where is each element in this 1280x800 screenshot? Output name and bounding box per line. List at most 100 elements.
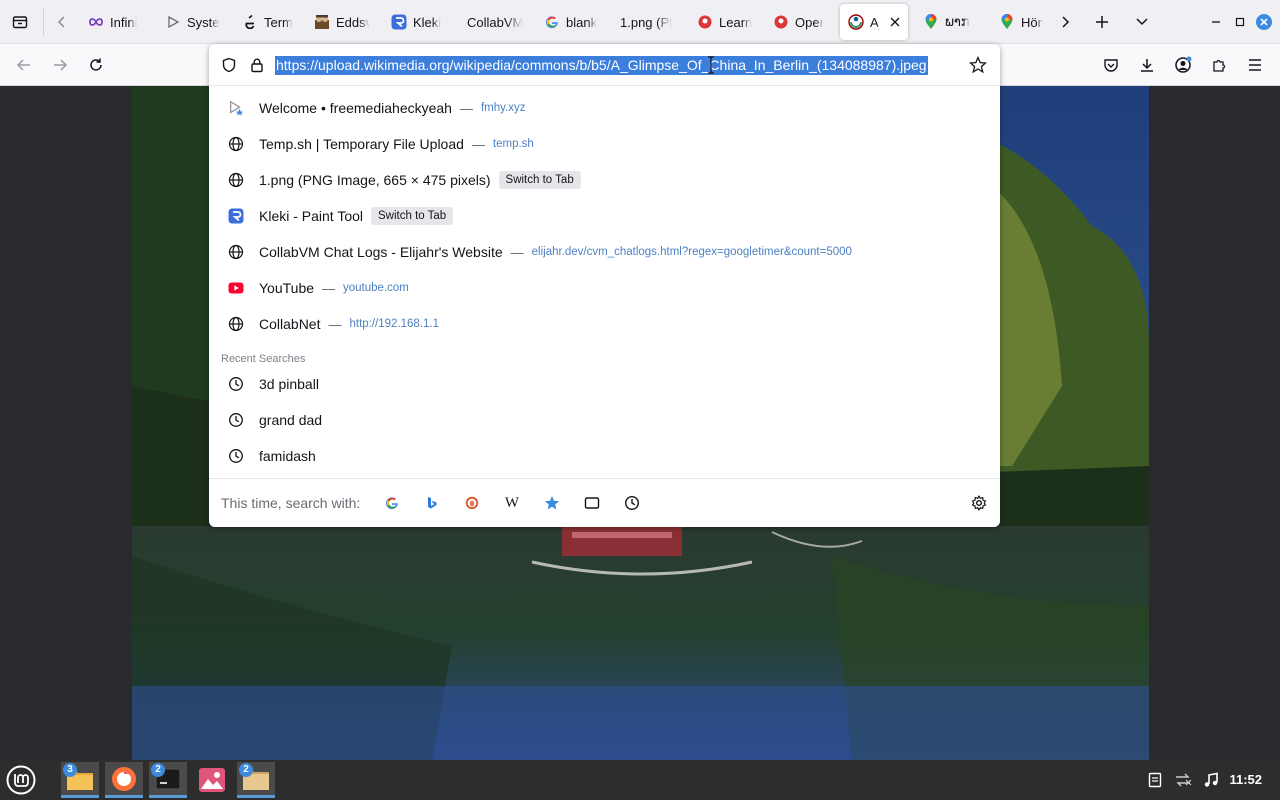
tab[interactable]: CollabVM	[459, 4, 529, 40]
urlbar-result-row[interactable]: Temp.sh | Temporary File Upload — temp.sh	[217, 127, 992, 161]
tray-notes[interactable]	[1145, 770, 1165, 790]
pocket-icon	[1104, 59, 1118, 72]
tab[interactable]: 1.png (Pl	[612, 4, 682, 40]
tray-network[interactable]	[1173, 770, 1193, 790]
reload-button[interactable]	[80, 49, 112, 81]
search-settings-button[interactable]	[967, 491, 991, 515]
hamburger-menu-icon	[1249, 59, 1261, 71]
taskbar-terminal[interactable]: 2	[149, 762, 187, 798]
account-button[interactable]	[1167, 49, 1199, 81]
tab[interactable]: Syste	[157, 4, 227, 40]
bookmarks-star-icon	[545, 496, 559, 510]
wikipedia-icon: W	[504, 494, 520, 511]
music-note-icon	[1204, 772, 1218, 787]
lock-icon	[251, 58, 263, 73]
recent-search-row[interactable]: 3d pinball	[217, 367, 992, 401]
taskbar-files[interactable]: 3	[61, 762, 99, 798]
tab-title: Kleki	[413, 14, 442, 30]
puzzle-icon	[1213, 59, 1226, 72]
result-separator: —	[459, 100, 473, 116]
taskbar: 3 2 2 11:52	[0, 760, 1280, 800]
search-engine-bing[interactable]	[420, 491, 444, 515]
tab[interactable]: Kleki	[383, 4, 453, 40]
firefox-view-button[interactable]	[4, 6, 36, 38]
back-button[interactable]	[8, 49, 40, 81]
urlbar-result-row[interactable]: Kleki - Paint Tool Switch to Tab	[217, 199, 992, 233]
google-icon	[386, 497, 398, 510]
downloads-button[interactable]	[1131, 49, 1163, 81]
tray-sound[interactable]	[1201, 770, 1221, 790]
pocket-button[interactable]	[1095, 49, 1127, 81]
start-menu-button[interactable]	[2, 762, 40, 798]
tab[interactable]: ພາກ	[915, 4, 985, 40]
tab[interactable]: Infini	[80, 4, 150, 40]
urlbar-result-row[interactable]: Welcome • freemediaheckyeah — fmhy.xyz	[217, 91, 992, 125]
result-title: CollabVM Chat Logs - Elijahr's Website	[259, 244, 503, 260]
urlbar-result-row[interactable]: 1.png (PNG Image, 665 × 475 pixels) Switc…	[217, 163, 992, 197]
history-clock-icon	[228, 448, 244, 464]
tab[interactable]: Learn	[689, 4, 759, 40]
search-with-label: This time, search with:	[221, 495, 361, 511]
scroll-tabs-right-button[interactable]	[1049, 6, 1081, 38]
tracking-protection-button[interactable]	[221, 57, 237, 73]
switch-to-tab-button[interactable]: Switch to Tab	[498, 171, 581, 189]
forward-button[interactable]	[44, 49, 76, 81]
tab[interactable]: blank	[536, 4, 606, 40]
result-title: Welcome • freemediaheckyeah	[259, 100, 452, 116]
list-all-tabs-button[interactable]	[1126, 6, 1158, 38]
tab[interactable]: Eddsv	[306, 4, 376, 40]
urlbar-result-row[interactable]: CollabNet — http://192.168.1.1	[217, 307, 992, 341]
tabs-icon	[584, 497, 600, 509]
search-bookmarks-button[interactable]	[540, 491, 564, 515]
app-menu-button[interactable]	[1239, 49, 1271, 81]
bookmark-star-button[interactable]	[968, 55, 988, 74]
files-badge: 3	[63, 763, 77, 777]
text-cursor-icon	[707, 56, 715, 74]
search-history-button[interactable]	[620, 491, 644, 515]
download-icon	[1141, 59, 1153, 72]
tab-title: A_(	[870, 14, 880, 30]
extensions-button[interactable]	[1203, 49, 1235, 81]
globe-icon	[228, 244, 244, 260]
infinity-icon	[88, 14, 104, 30]
recent-search-row[interactable]: grand dad	[217, 403, 992, 437]
history-clock-icon	[624, 495, 640, 511]
recent-search-row[interactable]: famidash	[217, 439, 992, 473]
location-red-icon	[697, 14, 713, 30]
tab-title: 1.png (Pl	[620, 14, 673, 30]
search-engine-google[interactable]	[380, 491, 404, 515]
location-red-icon	[773, 14, 789, 30]
taskbar-folder[interactable]: 2	[237, 762, 275, 798]
url-input[interactable]: https://upload.wikimedia.org/wikipedia/c…	[275, 56, 928, 75]
result-title: 1.png (PNG Image, 665 × 475 pixels)	[259, 172, 491, 188]
close-window-button[interactable]	[1248, 6, 1280, 38]
site-identity-button[interactable]	[249, 57, 265, 73]
taskbar-image-viewer[interactable]	[193, 762, 231, 798]
switch-to-tab-button[interactable]: Switch to Tab	[371, 207, 454, 225]
maps-pin-icon	[923, 14, 939, 30]
kleki-icon	[391, 14, 407, 30]
taskbar-firefox[interactable]	[105, 762, 143, 798]
scroll-tabs-left-button[interactable]	[46, 6, 78, 38]
search-engine-wikipedia[interactable]: W	[500, 491, 524, 515]
chevron-down-icon	[1136, 18, 1148, 26]
recent-searches-label: Recent Searches	[221, 353, 306, 365]
youtube-icon	[228, 280, 244, 296]
new-tab-button[interactable]	[1086, 6, 1118, 38]
search-tabs-button[interactable]	[580, 491, 604, 515]
firefox-icon	[112, 766, 136, 791]
tab[interactable]: Hörk	[991, 4, 1049, 40]
search-engine-duckduckgo[interactable]	[460, 491, 484, 515]
one-off-search-buttons: This time, search with: W	[209, 478, 1000, 527]
close-tab-icon[interactable]	[888, 15, 902, 29]
tab-selected[interactable]: A_(	[840, 4, 908, 40]
shield-icon	[222, 57, 236, 73]
reload-icon	[90, 58, 102, 71]
tab-title: Hörk	[1021, 14, 1043, 30]
urlbar-result-row[interactable]: YouTube — youtube.com	[217, 271, 992, 305]
fmhy-icon	[228, 100, 244, 116]
urlbar-result-row[interactable]: CollabVM Chat Logs - Elijahr's Website — e…	[217, 235, 992, 269]
clock[interactable]: 11:52	[1229, 772, 1262, 787]
tab[interactable]: Oper	[765, 4, 835, 40]
tab[interactable]: Term	[234, 4, 299, 40]
